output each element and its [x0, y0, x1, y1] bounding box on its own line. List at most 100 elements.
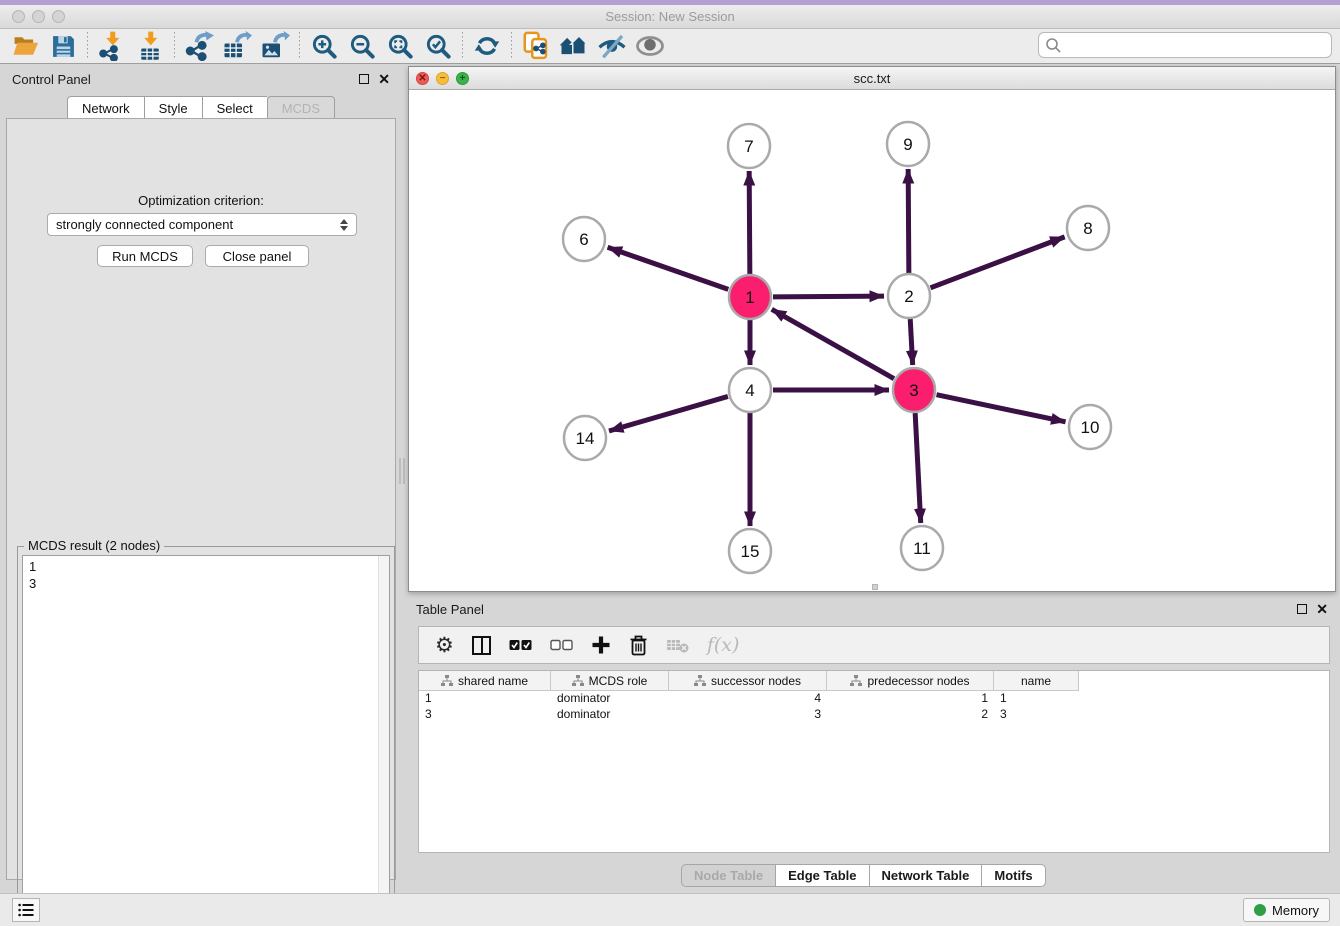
network-window-titlebar[interactable]: ✕ − + scc.txt — [409, 67, 1335, 90]
column-header-name[interactable]: name — [994, 671, 1079, 691]
network-window-controls[interactable]: ✕ − + — [416, 72, 469, 85]
import-table-icon — [135, 31, 165, 61]
add-row-icon[interactable] — [591, 635, 611, 655]
close-window-button[interactable] — [12, 10, 25, 23]
graph-node-7[interactable]: 7 — [728, 124, 770, 168]
show-graphics-button[interactable] — [631, 30, 669, 62]
save-session-button[interactable] — [44, 30, 82, 62]
export-table-button[interactable] — [218, 30, 256, 62]
search-box[interactable] — [1038, 32, 1332, 58]
graph-node-label: 3 — [909, 381, 918, 400]
graph-node-2[interactable]: 2 — [888, 274, 930, 318]
zoom-selected-button[interactable] — [419, 30, 457, 62]
import-network-button[interactable] — [93, 30, 131, 62]
column-header-successor-nodes[interactable]: successor nodes — [669, 671, 827, 691]
graph-node-3[interactable]: 3 — [893, 368, 935, 412]
select-all-icon[interactable] — [509, 639, 532, 652]
graph-edge-1-7[interactable] — [749, 171, 750, 274]
minimize-window-button[interactable] — [32, 10, 45, 23]
column-header-shared-name[interactable]: shared name — [419, 671, 551, 691]
column-header-predecessor-nodes[interactable]: predecessor nodes — [827, 671, 994, 691]
mcds-result-textarea[interactable]: 1 3 — [22, 555, 390, 921]
mcds-tab-content: Optimization criterion: strongly connect… — [6, 118, 396, 880]
network-canvas[interactable]: 7 9 6 8 1 2 4 3 14 10 15 11 — [409, 90, 1335, 591]
eye-icon — [635, 31, 665, 61]
column-header-mcds-role[interactable]: MCDS role — [551, 671, 669, 691]
graph-node-11[interactable]: 11 — [901, 526, 943, 570]
table-row[interactable]: 1 dominator 4 1 1 — [419, 691, 1329, 707]
task-history-button[interactable] — [12, 898, 40, 922]
zoom-in-button[interactable] — [305, 30, 343, 62]
deselect-all-icon[interactable] — [550, 639, 573, 652]
graph-edge-3-11[interactable] — [915, 413, 921, 523]
tab-edge-table[interactable]: Edge Table — [775, 864, 868, 887]
export-table-icon — [222, 31, 252, 61]
graph-edge-1-2[interactable] — [773, 296, 884, 297]
columns-icon[interactable] — [472, 636, 491, 655]
clone-network-button[interactable] — [517, 30, 555, 62]
float-table-panel-icon[interactable] — [1297, 604, 1307, 614]
export-network-button[interactable] — [180, 30, 218, 62]
cell-name: 1 — [994, 691, 1079, 707]
splitter-handle[interactable] — [399, 458, 405, 484]
table-toolbar: ⚙ — [418, 626, 1330, 664]
zoom-out-button[interactable] — [343, 30, 381, 62]
float-panel-icon[interactable] — [359, 74, 369, 84]
graph-edge-3-10[interactable] — [937, 395, 1066, 422]
zoom-in-icon — [311, 33, 338, 60]
criterion-select[interactable]: strongly connected component — [47, 213, 357, 236]
gear-icon[interactable]: ⚙ — [435, 635, 454, 656]
import-table-button[interactable] — [131, 30, 169, 62]
maximize-network-icon[interactable]: + — [456, 72, 469, 85]
zoom-selected-icon — [425, 33, 452, 60]
run-mcds-button[interactable]: Run MCDS — [97, 245, 193, 267]
graph-edge-2-3[interactable] — [910, 319, 912, 365]
close-panel-button[interactable]: Close panel — [205, 245, 309, 267]
network-graph[interactable]: 7 9 6 8 1 2 4 3 14 10 15 11 — [409, 90, 1335, 591]
close-table-panel-icon[interactable]: ✕ — [1316, 604, 1328, 614]
graph-node-4[interactable]: 4 — [729, 368, 771, 412]
refresh-view-button[interactable] — [468, 30, 506, 62]
graph-edge-3-1[interactable] — [772, 309, 894, 378]
result-scrollbar[interactable] — [378, 556, 389, 920]
network-window: ✕ − + scc.txt 7 9 6 8 1 2 4 3 14 10 15 11 — [408, 66, 1336, 592]
network-resize-handle[interactable] — [872, 584, 878, 590]
cell-predecessor-nodes: 1 — [827, 691, 994, 707]
function-builder-icon[interactable]: f(x) — [707, 634, 740, 656]
toolbar-separator — [462, 32, 463, 60]
graph-node-6[interactable]: 6 — [563, 217, 605, 261]
table-row[interactable]: 3 dominator 3 2 3 — [419, 707, 1329, 723]
delete-row-icon[interactable] — [629, 635, 648, 656]
tree-icon — [572, 675, 584, 687]
minimize-network-icon[interactable]: − — [436, 72, 449, 85]
export-image-button[interactable] — [256, 30, 294, 62]
graph-node-8[interactable]: 8 — [1067, 206, 1109, 250]
window-controls[interactable] — [12, 10, 65, 23]
graph-edge-2-9[interactable] — [908, 169, 909, 273]
graph-node-9[interactable]: 9 — [887, 122, 929, 166]
open-session-button[interactable] — [6, 30, 44, 62]
main-toolbar — [0, 29, 1340, 64]
graph-node-10[interactable]: 10 — [1069, 405, 1111, 449]
result-line: 3 — [29, 575, 383, 592]
close-panel-icon[interactable]: ✕ — [378, 74, 390, 84]
toolbar-separator — [299, 32, 300, 60]
zoom-fit-button[interactable] — [381, 30, 419, 62]
control-panel: Control Panel ✕ Network Style Select MCD… — [4, 66, 398, 882]
graph-node-15[interactable]: 15 — [729, 529, 771, 573]
memory-button[interactable]: Memory — [1243, 898, 1330, 922]
search-input[interactable] — [1062, 38, 1325, 53]
delete-column-icon[interactable] — [666, 638, 689, 653]
tab-network-table[interactable]: Network Table — [869, 864, 982, 887]
tab-node-table[interactable]: Node Table — [681, 864, 775, 887]
graph-edge-1-6[interactable] — [608, 247, 729, 289]
close-network-icon[interactable]: ✕ — [416, 72, 429, 85]
graph-edge-2-8[interactable] — [931, 237, 1065, 288]
graph-node-1[interactable]: 1 — [729, 275, 771, 319]
tab-motifs[interactable]: Motifs — [981, 864, 1045, 887]
hide-graphics-button[interactable] — [593, 30, 631, 62]
graph-edge-4-14[interactable] — [609, 396, 728, 431]
graph-node-14[interactable]: 14 — [564, 416, 606, 460]
zoom-window-button[interactable] — [52, 10, 65, 23]
home-views-button[interactable] — [555, 30, 593, 62]
